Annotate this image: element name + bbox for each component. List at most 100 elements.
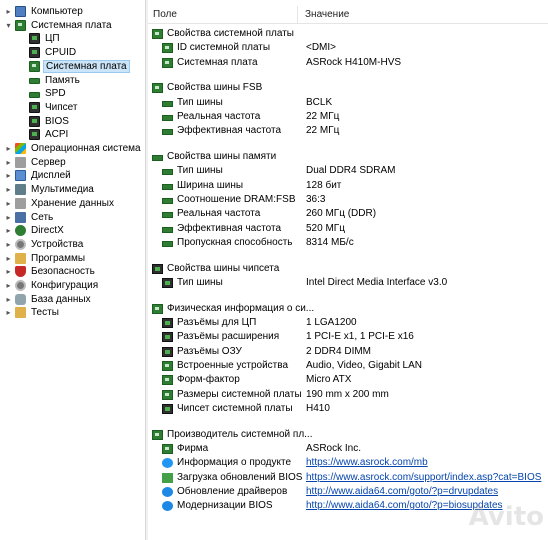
tree-item[interactable]: CPUID xyxy=(18,46,78,59)
field-cell: Эффективная частота xyxy=(162,124,281,138)
field-label: Загрузка обновлений BIOS xyxy=(177,471,303,483)
tree-item[interactable]: ACPI xyxy=(18,128,70,141)
property-row[interactable]: Тип шины Dual DDR4 SDRAM xyxy=(148,164,548,178)
field-cell: Разъёмы расширения xyxy=(162,330,279,344)
board-icon xyxy=(152,303,163,314)
tree-item[interactable]: ▸ Программы xyxy=(4,252,87,265)
tree-item[interactable]: Чипсет xyxy=(18,101,79,114)
property-row[interactable]: Форм-фактор Micro ATX xyxy=(148,373,548,387)
value-cell: Audio, Video, Gigabit LAN xyxy=(306,360,423,371)
expand-arrow-icon[interactable]: ▸ xyxy=(4,199,13,208)
tree-item[interactable]: ▸ Дисплей xyxy=(4,169,73,182)
column-header-value[interactable]: Значение xyxy=(300,6,540,24)
section-header-row[interactable]: Производитель системной пл... xyxy=(148,428,548,442)
tree-item[interactable]: ▸ Устройства xyxy=(4,238,85,251)
property-row[interactable]: Разъёмы ОЗУ 2 DDR4 DIMM xyxy=(148,345,548,359)
tree-item[interactable]: ▸ Сервер xyxy=(4,156,68,169)
value-cell: H410 xyxy=(306,402,330,414)
section-header-row[interactable]: Свойства системной платы xyxy=(148,27,548,41)
tree-item[interactable]: ▸ Хранение данных xyxy=(4,197,116,210)
tree-item[interactable]: Системная плата xyxy=(18,59,130,73)
tree-item[interactable]: ▸ Безопасность xyxy=(4,265,97,278)
tree-item[interactable]: ▸ DirectX xyxy=(4,224,66,237)
field-label: Системная плата xyxy=(177,56,258,68)
property-row[interactable]: Разъёмы расширения 1 PCI-E x1, 1 PCI-E x1… xyxy=(148,330,548,344)
tree-item[interactable]: ▸ Компьютер xyxy=(4,5,85,18)
tree-item[interactable]: ▸ База данных xyxy=(4,293,93,306)
field-cell: Свойства шины FSB xyxy=(152,81,262,95)
property-row[interactable]: Обновление драйверов http://www.aida64.co… xyxy=(148,485,548,499)
tree-item[interactable]: SPD xyxy=(18,87,68,100)
tree-item-label: Компьютер xyxy=(31,6,83,17)
section-header-row[interactable]: Свойства шины чипсета xyxy=(148,262,548,276)
chip-icon xyxy=(162,318,173,329)
expand-arrow-icon[interactable]: ▸ xyxy=(4,185,13,194)
property-row[interactable]: Фирма ASRock Inc. xyxy=(148,442,548,456)
expand-arrow-icon[interactable]: ▸ xyxy=(4,7,13,16)
tree-item[interactable]: ▸ Тесты xyxy=(4,306,61,319)
value-cell: Micro ATX xyxy=(306,374,352,386)
tree-item[interactable]: ▸ Конфигурация xyxy=(4,279,100,292)
property-row[interactable]: Разъёмы для ЦП 1 LGA1200 xyxy=(148,316,548,330)
property-row[interactable]: ID системной платы <DMI> xyxy=(148,41,548,55)
property-row[interactable]: Чипсет системной платы H410 xyxy=(148,402,548,416)
value-link[interactable]: https://www.asrock.com/mb xyxy=(306,456,428,470)
field-cell: Системная плата xyxy=(162,56,258,70)
property-row[interactable]: Информация о продукте https://www.asrock.… xyxy=(148,456,548,470)
property-row[interactable]: Пропускная способность 8314 МБ/с xyxy=(148,236,548,250)
property-row[interactable]: Соотношение DRAM:FSB 36:3 xyxy=(148,193,548,207)
property-row[interactable]: Эффективная частота 520 МГц xyxy=(148,222,548,236)
value-link[interactable]: http://www.aida64.com/goto/?p=drvupdates xyxy=(306,485,498,499)
field-cell: Реальная частота xyxy=(162,207,260,221)
tree-item[interactable]: ▸ Мультимедиа xyxy=(4,183,96,196)
network-icon xyxy=(15,211,26,223)
tree-item[interactable]: ▸ Операционная система xyxy=(4,142,143,155)
section-header-row[interactable]: Свойства шины FSB xyxy=(148,81,548,95)
memory-icon xyxy=(162,115,173,121)
property-row[interactable]: Эффективная частота 22 МГц xyxy=(148,124,548,138)
value-cell: 2 DDR4 DIMM xyxy=(306,345,372,357)
tree-item[interactable]: ▸ Сеть xyxy=(4,211,55,224)
collapse-arrow-icon[interactable]: ▾ xyxy=(4,21,13,30)
field-label: Эффективная частота xyxy=(177,222,282,234)
expand-arrow-icon[interactable]: ▸ xyxy=(4,158,13,167)
expand-arrow-icon[interactable]: ▸ xyxy=(4,267,13,276)
column-header-field[interactable]: Поле xyxy=(148,6,298,24)
expand-arrow-icon[interactable]: ▸ xyxy=(4,308,13,317)
property-row[interactable]: Реальная частота 22 МГц xyxy=(148,110,548,124)
tree-item[interactable]: ▾ Системная плата xyxy=(4,19,114,32)
expand-arrow-icon[interactable]: ▸ xyxy=(4,213,13,222)
expand-arrow-icon[interactable]: ▸ xyxy=(4,144,13,153)
section-header-row[interactable]: Свойства шины памяти xyxy=(148,150,548,164)
property-row[interactable]: Тип шины Intel Direct Media Interface v3.… xyxy=(148,276,548,290)
programs-icon xyxy=(15,252,26,264)
tree-item-label: ACPI xyxy=(45,129,69,141)
section-header-row[interactable]: Физическая информация о си... xyxy=(148,302,548,316)
memory-icon xyxy=(162,183,173,190)
expand-arrow-icon[interactable]: ▸ xyxy=(4,240,13,249)
field-label: Пропускная способность xyxy=(177,236,293,248)
value-link[interactable]: https://www.asrock.com/support/index.asp… xyxy=(306,471,541,485)
tree-item[interactable]: BIOS xyxy=(18,115,71,128)
property-row[interactable]: Реальная частота 260 МГц (DDR) xyxy=(148,207,548,221)
field-cell: Ширина шины xyxy=(162,179,243,193)
field-cell: Реальная частота xyxy=(162,110,260,124)
field-cell: Фирма xyxy=(162,442,208,456)
expand-arrow-icon[interactable]: ▸ xyxy=(4,254,13,263)
chip-icon xyxy=(29,115,40,127)
property-row[interactable]: Загрузка обновлений BIOS https://www.asro… xyxy=(148,471,548,485)
property-row[interactable]: Размеры системной платы 190 mm x 200 mm xyxy=(148,388,548,402)
expand-arrow-icon[interactable]: ▸ xyxy=(4,295,13,304)
expand-arrow-icon[interactable]: ▸ xyxy=(4,226,13,235)
property-row[interactable]: Ширина шины 128 бит xyxy=(148,179,548,193)
expand-arrow-icon[interactable]: ▸ xyxy=(4,171,13,180)
property-row[interactable]: Системная плата ASRock H410M-HVS xyxy=(148,56,548,70)
board-icon xyxy=(162,57,173,68)
property-row[interactable]: Тип шины BCLK xyxy=(148,96,548,110)
tree-item[interactable]: Память xyxy=(18,74,82,87)
value-cell: ASRock H410M-HVS xyxy=(306,56,402,68)
property-row[interactable]: Встроенные устройства Audio, Video, Gigab… xyxy=(148,359,548,373)
tree-item-label: DirectX xyxy=(31,225,64,237)
expand-arrow-icon[interactable]: ▸ xyxy=(4,281,13,290)
tree-item[interactable]: ЦП xyxy=(18,32,62,45)
